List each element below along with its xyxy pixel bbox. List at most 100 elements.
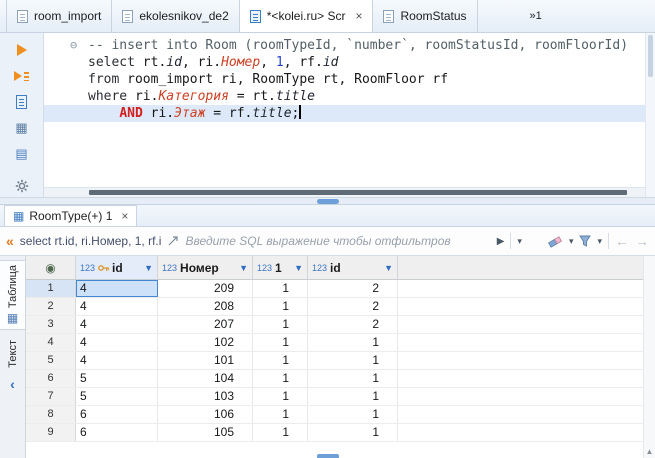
collapse-panel-icon[interactable]: ‹ (10, 378, 15, 390)
grid-cell[interactable]: 4 (76, 316, 158, 333)
grid-cell[interactable]: 1 (253, 388, 308, 405)
grid-cell[interactable]: 208 (158, 298, 253, 315)
grid-cell[interactable]: 1 (308, 388, 398, 405)
sort-dropdown-icon[interactable]: ▼ (384, 263, 393, 273)
grid-cell[interactable]: 1 (253, 280, 308, 297)
grid-cell[interactable]: 106 (158, 406, 253, 423)
fold-collapse-icon[interactable]: ⊖ (70, 39, 77, 52)
grid-cell[interactable]: 1 (253, 298, 308, 315)
row-number[interactable]: 1 (26, 280, 76, 297)
grid-cell[interactable]: 103 (158, 388, 253, 405)
close-icon[interactable]: × (121, 209, 128, 223)
grid-cell[interactable]: 1 (253, 424, 308, 441)
grid-cell[interactable]: 1 (253, 316, 308, 333)
close-icon[interactable]: × (355, 9, 362, 23)
editor-settings-button[interactable] (15, 179, 29, 193)
scroll-up-arrow[interactable]: ▲ (644, 447, 655, 456)
scrollbar-thumb[interactable] (89, 190, 627, 195)
tab-kolei-script[interactable]: *<kolei.ru> Scr× (240, 0, 374, 32)
column-header-id-0[interactable]: 123id▼ (76, 256, 158, 279)
tab-room-status[interactable]: RoomStatus (373, 0, 477, 32)
expand-filter-icon[interactable] (167, 235, 179, 247)
save-filter-button[interactable] (579, 235, 591, 247)
panel-splitter[interactable] (0, 197, 655, 205)
row-number[interactable]: 8 (26, 406, 76, 423)
grid-cell[interactable]: 1 (253, 370, 308, 387)
sort-dropdown-icon[interactable]: ▼ (144, 263, 153, 273)
results-tab-roomtype[interactable]: ▦ RoomType(+) 1 × (4, 205, 137, 226)
grid-cell[interactable]: 1 (308, 334, 398, 351)
execute-statement-button[interactable] (17, 43, 27, 57)
clear-filter-dropdown-icon[interactable]: ▾ (569, 236, 574, 247)
side-tab-table[interactable]: Таблица▦ (0, 260, 25, 330)
side-tab-text[interactable]: Текст (0, 336, 25, 372)
output-panel-button[interactable]: ▤ (15, 147, 27, 161)
grid-cell[interactable]: 5 (76, 370, 158, 387)
grid-cell[interactable]: 1 (253, 352, 308, 369)
table-row: 2420812 (26, 298, 655, 316)
row-number[interactable]: 4 (26, 334, 76, 351)
column-header-Номер-1[interactable]: 123Номер▼ (158, 256, 253, 279)
row-number[interactable]: 7 (26, 388, 76, 405)
row-number[interactable]: 6 (26, 370, 76, 387)
explain-plan-button[interactable] (16, 95, 27, 109)
splitter-handle[interactable] (317, 199, 339, 204)
grid-vertical-scrollbar[interactable]: ▲ (643, 256, 655, 458)
row-number[interactable]: 9 (26, 424, 76, 441)
grid-cell[interactable]: 4 (76, 352, 158, 369)
apply-filter-button[interactable]: ▶ (497, 236, 505, 247)
code-line-5[interactable]: AND ri.Этаж = rf.title; (44, 105, 645, 122)
bottom-splitter-handle[interactable] (317, 454, 339, 458)
grid-cell[interactable]: 105 (158, 424, 253, 441)
sort-dropdown-icon[interactable]: ▼ (294, 263, 303, 273)
grid-cell[interactable]: 4 (76, 334, 158, 351)
grid-cell[interactable]: 209 (158, 280, 253, 297)
save-filter-dropdown-icon[interactable]: ▾ (597, 236, 602, 247)
grid-cell[interactable]: 6 (76, 424, 158, 441)
grid-cell[interactable]: 2 (308, 280, 398, 297)
grid-cell[interactable]: 4 (76, 280, 158, 297)
code-line-1[interactable]: -- insert into Room (roomTypeId, `number… (44, 37, 645, 54)
grid-corner-cell[interactable]: ◉ (26, 256, 76, 279)
column-header-1-2[interactable]: 1231▼ (253, 256, 308, 279)
grid-cell[interactable]: 1 (308, 424, 398, 441)
editor-horizontal-scrollbar[interactable] (44, 187, 645, 197)
result-grid-button[interactable]: ▦ (15, 121, 27, 135)
code-line-2[interactable]: select rt.id, ri.Номер, 1, rf.id (44, 54, 645, 71)
grid-cell[interactable]: 1 (253, 334, 308, 351)
code-line-4[interactable]: where ri.Категория = rt.title (44, 88, 645, 105)
sql-editor[interactable]: ⊖ -- insert into Room (roomTypeId, `numb… (44, 33, 645, 197)
filter-history-back-button[interactable]: ← (615, 233, 629, 249)
grid-cell[interactable]: 101 (158, 352, 253, 369)
clear-filter-button[interactable] (548, 235, 563, 248)
filter-input[interactable] (185, 234, 490, 248)
grid-cell[interactable]: 1 (308, 352, 398, 369)
row-number[interactable]: 5 (26, 352, 76, 369)
column-header-id-3[interactable]: 123id▼ (308, 256, 398, 279)
editor-vertical-scrollbar[interactable] (645, 33, 655, 197)
tab-ekolesnikov-de2[interactable]: ekolesnikov_de2 (112, 0, 239, 32)
sql-file-icon (383, 10, 394, 23)
filter-dropdown-icon[interactable]: ▾ (517, 236, 522, 247)
code-segment: , (260, 55, 276, 70)
execute-script-button[interactable] (14, 69, 29, 83)
grid-cell[interactable]: 102 (158, 334, 253, 351)
code-line-3[interactable]: from room_import ri, RoomType rt, RoomFl… (44, 71, 645, 88)
grid-cell[interactable]: 1 (308, 406, 398, 423)
grid-cell[interactable]: 207 (158, 316, 253, 333)
filter-history-forward-button[interactable]: → (635, 233, 649, 249)
grid-cell[interactable]: 2 (308, 298, 398, 315)
grid-cell[interactable]: 4 (76, 298, 158, 315)
row-number[interactable]: 3 (26, 316, 76, 333)
tab-room-import[interactable]: room_import (6, 0, 112, 32)
grid-cell[interactable]: 5 (76, 388, 158, 405)
sort-dropdown-icon[interactable]: ▼ (239, 263, 248, 273)
grid-cell[interactable]: 2 (308, 316, 398, 333)
tab-overflow-indicator[interactable]: »1 (530, 10, 542, 22)
grid-cell[interactable]: 104 (158, 370, 253, 387)
row-number[interactable]: 2 (26, 298, 76, 315)
grid-cell[interactable]: 1 (253, 406, 308, 423)
grid-cell[interactable]: 6 (76, 406, 158, 423)
grid-cell[interactable]: 1 (308, 370, 398, 387)
scrollbar-thumb[interactable] (648, 35, 653, 77)
